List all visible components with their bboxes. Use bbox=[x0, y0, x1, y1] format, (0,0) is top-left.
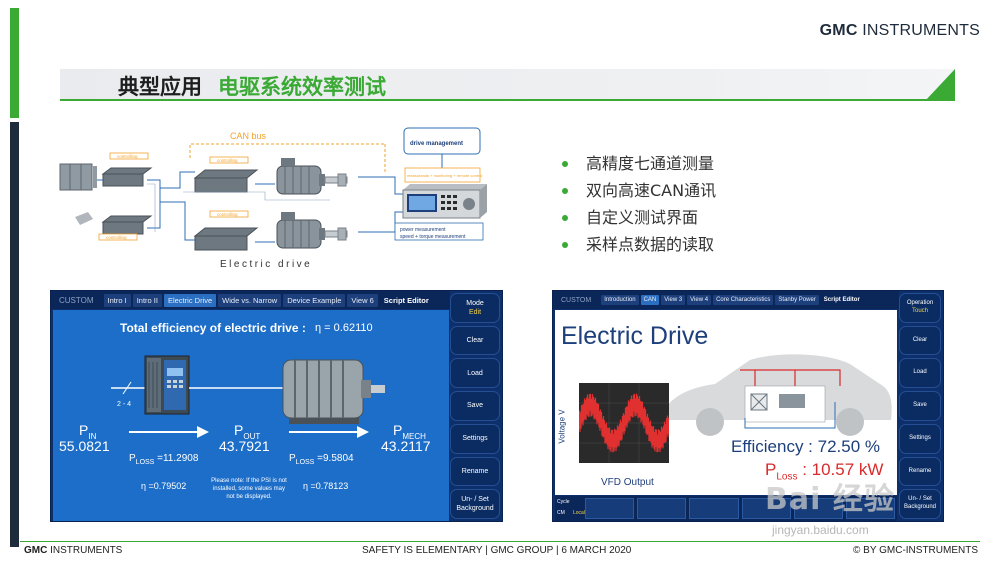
watermark: Bai 经验 bbox=[765, 482, 895, 517]
tab-wide-vs-narrow[interactable]: Wide vs. Narrow bbox=[218, 293, 282, 307]
vfd-output-chart bbox=[579, 383, 669, 463]
clear-button[interactable]: Clear bbox=[899, 325, 941, 356]
status-cell bbox=[689, 498, 739, 519]
set-background-button[interactable]: Un- / Set Background bbox=[450, 489, 500, 520]
right-side-buttons: Operation Touch Clear Load Save Settings … bbox=[899, 293, 941, 520]
left-screen-body: Total efficiency of electric drive : η =… bbox=[53, 310, 449, 521]
accent-bar-green bbox=[10, 8, 19, 118]
tab-custom[interactable]: CUSTOM bbox=[51, 294, 98, 307]
status-cell bbox=[637, 498, 687, 519]
controlling-label: controlling bbox=[217, 212, 238, 217]
drive-management-label: drive management bbox=[410, 141, 463, 147]
settings-button[interactable]: Settings bbox=[450, 423, 500, 454]
eta-2: η =0.78123 bbox=[303, 481, 349, 491]
power-measurement-label: power measurement bbox=[400, 227, 446, 233]
left-side-buttons: Mode Edit Clear Load Save Settings Rename… bbox=[450, 293, 500, 520]
measurands-label: measurands + monitoring + remote control bbox=[407, 173, 482, 178]
motor-icon bbox=[282, 359, 385, 424]
note-text: Please note: If the PSI is not installed… bbox=[211, 478, 287, 501]
eta-total: η = 0.62110 bbox=[315, 322, 373, 334]
eta-1: η =0.79502 bbox=[141, 481, 187, 491]
bullet-item: 采样点数据的读取 bbox=[562, 231, 716, 258]
ploss-1: PLOSS =11.2908 bbox=[129, 453, 199, 466]
rename-button[interactable]: Rename bbox=[450, 456, 500, 487]
efficiency-value: Efficiency : 72.50 % bbox=[731, 437, 880, 456]
accent-bar-dark bbox=[10, 122, 19, 547]
pmech-value: 43.2117 bbox=[381, 438, 431, 454]
flow-arrows bbox=[129, 426, 369, 438]
electric-drive-diagram: CAN bus drive management measurands + mo… bbox=[59, 127, 487, 270]
bullet-dot-icon bbox=[562, 241, 568, 248]
status-cell bbox=[585, 498, 635, 519]
pout-value: 43.7921 bbox=[219, 438, 270, 454]
footer-brand: GMC INSTRUMENTS bbox=[24, 545, 123, 556]
left-tab-bar: CUSTOM Intro I Intro II Electric Drive W… bbox=[51, 291, 450, 309]
controlling-label: controlling bbox=[217, 158, 238, 163]
pin-value: 55.0821 bbox=[59, 438, 110, 454]
tab-intro-ii[interactable]: Intro II bbox=[132, 293, 162, 307]
tab-custom[interactable]: CUSTOM bbox=[553, 295, 595, 306]
footer-divider bbox=[20, 541, 980, 542]
clear-button[interactable]: Clear bbox=[450, 325, 500, 356]
right-screen-body: Electric Drive Voltage V VFD Output Effi… bbox=[555, 310, 897, 495]
can-bus-line bbox=[189, 143, 385, 158]
ploss-2: PLOSS =9.5804 bbox=[289, 453, 354, 466]
bullet-dot-icon bbox=[562, 187, 568, 194]
phase-label: 2 - 4 bbox=[117, 401, 131, 408]
bullet-list: 高精度七通道测量 双向高速CAN通讯 自定义测试界面 采样点数据的读取 bbox=[562, 150, 716, 258]
tab-view-4[interactable]: View 4 bbox=[687, 295, 712, 305]
chart-ylabel: Voltage V bbox=[557, 409, 567, 444]
tab-core-characteristics[interactable]: Core Characteristics bbox=[713, 295, 774, 305]
can-bus-label: CAN bus bbox=[230, 131, 267, 141]
watermark-url: jingyan.baidu.com bbox=[772, 523, 869, 537]
arrow-right-icon bbox=[289, 426, 369, 438]
footer-copyright: © BY GMC-INSTRUMENTS bbox=[853, 545, 978, 556]
title-triangle bbox=[925, 69, 955, 101]
tab-device-example[interactable]: Device Example bbox=[283, 293, 346, 307]
chart-caption: VFD Output bbox=[601, 477, 654, 488]
status-cycle: Cycle bbox=[557, 499, 570, 505]
motor-icon bbox=[276, 158, 325, 195]
bullet-dot-icon bbox=[562, 214, 568, 221]
arrow-right-icon bbox=[129, 426, 209, 438]
operation-button[interactable]: Operation Touch bbox=[899, 293, 941, 323]
tab-script-editor[interactable]: Script Editor bbox=[380, 294, 433, 307]
slide-title: 典型应用 电驱系统效率测试 bbox=[118, 75, 386, 99]
efficiency-heading: Total efficiency of electric drive : bbox=[120, 321, 306, 335]
power-analyzer-icon bbox=[402, 184, 487, 219]
speed-torque-label: speed + torque measurement bbox=[400, 234, 466, 240]
inverter-icon bbox=[144, 355, 190, 415]
brand-logo: GMC INSTRUMENTS bbox=[819, 22, 980, 39]
tab-view-6[interactable]: View 6 bbox=[347, 293, 378, 307]
footer-center-text: SAFETY IS ELEMENTARY | GMC GROUP | 6 MAR… bbox=[362, 545, 632, 556]
right-tab-bar: CUSTOM Introduction CAN View 3 View 4 Co… bbox=[553, 291, 899, 309]
motor-icon bbox=[276, 212, 325, 249]
left-screen: CUSTOM Intro I Intro II Electric Drive W… bbox=[50, 290, 503, 522]
bullet-item: 自定义测试界面 bbox=[562, 204, 716, 231]
tab-view-3[interactable]: View 3 bbox=[661, 295, 686, 305]
rename-button[interactable]: Rename bbox=[899, 456, 941, 487]
load-button[interactable]: Load bbox=[899, 358, 941, 389]
mode-button[interactable]: Mode Edit bbox=[450, 293, 500, 323]
tab-introduction[interactable]: Introduction bbox=[601, 295, 639, 305]
save-button[interactable]: Save bbox=[899, 391, 941, 421]
status-cm: CM bbox=[557, 510, 565, 516]
tab-script-editor[interactable]: Script Editor bbox=[821, 295, 863, 305]
tab-standby-power[interactable]: Stanby Power bbox=[775, 295, 819, 305]
bullet-item: 双向高速CAN通讯 bbox=[562, 177, 716, 204]
bullet-dot-icon bbox=[562, 160, 568, 167]
tab-electric-drive[interactable]: Electric Drive bbox=[163, 293, 217, 307]
bullet-item: 高精度七通道测量 bbox=[562, 150, 716, 177]
car-icon bbox=[660, 354, 892, 436]
settings-button[interactable]: Settings bbox=[899, 423, 941, 454]
controlling-label: controlling bbox=[117, 154, 138, 159]
tab-can[interactable]: CAN bbox=[640, 295, 660, 305]
set-background-button[interactable]: Un- / Set Background bbox=[899, 489, 941, 520]
save-button[interactable]: Save bbox=[450, 391, 500, 421]
controlling-label: controlling bbox=[106, 235, 127, 240]
diagram-caption: Electric drive bbox=[220, 259, 312, 270]
tab-intro-i[interactable]: Intro I bbox=[103, 293, 131, 307]
status-local: Local bbox=[573, 510, 585, 516]
load-button[interactable]: Load bbox=[450, 358, 500, 389]
